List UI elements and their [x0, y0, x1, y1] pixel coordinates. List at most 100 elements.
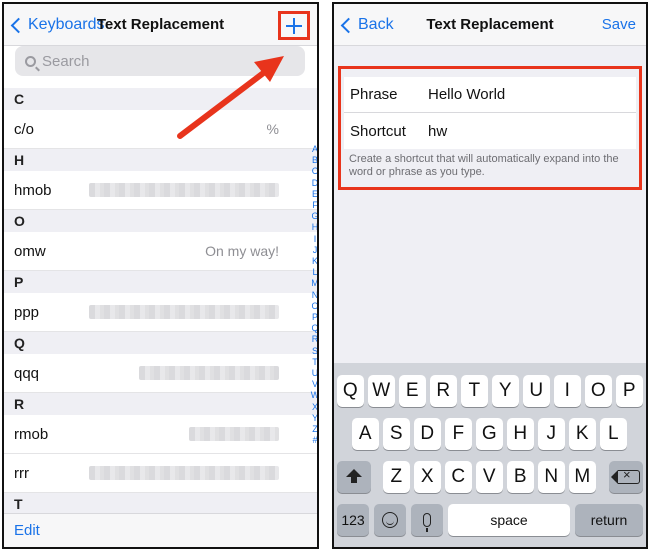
index-letter[interactable]: S	[309, 346, 317, 357]
shift-icon	[346, 469, 362, 483]
list-item[interactable]: qqq	[4, 354, 317, 393]
index-letter[interactable]: U	[309, 368, 317, 379]
index-letter[interactable]: F	[309, 200, 317, 211]
key-w[interactable]: W	[368, 375, 395, 407]
index-letter[interactable]: H	[309, 222, 317, 233]
emoji-key[interactable]	[374, 504, 406, 536]
shortcut-text: ppp	[14, 303, 40, 321]
index-letter[interactable]: Y	[309, 413, 317, 424]
key-s[interactable]: S	[383, 418, 410, 450]
key-x[interactable]: X	[414, 461, 441, 493]
save-button[interactable]: Save	[602, 16, 636, 33]
key-o[interactable]: O	[585, 375, 612, 407]
phrase-field[interactable]: Phrase Hello World	[344, 77, 636, 113]
key-e[interactable]: E	[399, 375, 426, 407]
shift-key[interactable]	[337, 461, 371, 493]
key-d[interactable]: D	[414, 418, 441, 450]
list-item[interactable]: omw On my way!	[4, 232, 317, 271]
blurred-phrase	[139, 366, 279, 380]
edit-button[interactable]: Edit	[14, 522, 40, 539]
key-y[interactable]: Y	[492, 375, 519, 407]
key-h[interactable]: H	[507, 418, 534, 450]
key-q[interactable]: Q	[337, 375, 364, 407]
key-t[interactable]: T	[461, 375, 488, 407]
shortcut-value[interactable]: hw	[428, 123, 447, 140]
key-z[interactable]: Z	[383, 461, 410, 493]
return-key[interactable]: return	[575, 504, 643, 536]
shortcut-field[interactable]: Shortcut hw	[344, 113, 636, 149]
phrase-label: Phrase	[350, 86, 398, 103]
dictation-key[interactable]	[411, 504, 443, 536]
key-a[interactable]: A	[352, 418, 379, 450]
index-letter[interactable]: W	[309, 390, 317, 401]
replacement-list: Cc/o% Hhmob Oomw On my way! Pppp Qqqq Rrmob rrr…	[4, 88, 317, 515]
section-header: O	[4, 210, 317, 232]
index-letter[interactable]: B	[309, 155, 317, 166]
phrase-value[interactable]: Hello World	[428, 86, 505, 103]
text-replacement-list-screen: Keyboards Text Replacement Search Cc/o% H…	[2, 2, 319, 549]
page-title: Text Replacement	[96, 16, 225, 33]
key-r[interactable]: R	[430, 375, 457, 407]
delete-key[interactable]	[609, 461, 643, 493]
index-letter[interactable]: I	[309, 234, 317, 245]
list-item[interactable]: ppp	[4, 293, 317, 332]
index-letter[interactable]: R	[309, 334, 317, 345]
list-item[interactable]: rrr	[4, 454, 317, 493]
backspace-icon	[611, 467, 640, 484]
section-header: P	[4, 271, 317, 293]
index-letter[interactable]: Q	[309, 323, 317, 334]
index-letter[interactable]: V	[309, 379, 317, 390]
key-k[interactable]: K	[569, 418, 596, 450]
add-button[interactable]	[278, 11, 310, 40]
index-letter[interactable]: N	[309, 290, 317, 301]
replacement-form: Phrase Hello World Shortcut hw Create a …	[338, 66, 642, 190]
index-letter[interactable]: E	[309, 189, 317, 200]
key-j[interactable]: J	[538, 418, 565, 450]
arrow-annotation-icon	[177, 56, 284, 139]
key-i[interactable]: I	[554, 375, 581, 407]
list-item[interactable]: rmob	[4, 415, 317, 454]
index-letter[interactable]: #	[309, 435, 317, 446]
key-n[interactable]: N	[538, 461, 565, 493]
section-header: T	[4, 493, 317, 515]
shortcut-text: rmob	[14, 425, 49, 443]
keyboard: QWERTYUIOP ASDFGHJKL ZXCVBNM 123 spacereturn	[334, 363, 646, 547]
key-m[interactable]: M	[569, 461, 596, 493]
search-icon	[25, 55, 36, 67]
index-letter[interactable]: C	[309, 166, 317, 177]
key-c[interactable]: C	[445, 461, 472, 493]
blurred-phrase	[189, 427, 279, 441]
blurred-phrase	[89, 183, 279, 197]
shortcut-text: qqq	[14, 364, 40, 382]
list-item[interactable]: hmob	[4, 171, 317, 210]
numbers-key[interactable]: 123	[337, 504, 369, 536]
index-letter[interactable]: X	[309, 402, 317, 413]
key-u[interactable]: U	[523, 375, 550, 407]
key-v[interactable]: V	[476, 461, 503, 493]
space-key[interactable]: space	[448, 504, 570, 536]
key-f[interactable]: F	[445, 418, 472, 450]
section-index[interactable]: A B C D E F G H I J K L M N O P Q R S T U V W X Y Z #	[309, 144, 317, 446]
key-l[interactable]: L	[600, 418, 627, 450]
microphone-icon	[423, 513, 431, 532]
shortcut-text: rrr	[14, 464, 29, 482]
phrase-text: On my way!	[205, 243, 279, 259]
index-letter[interactable]: T	[309, 357, 317, 368]
index-letter[interactable]: A	[309, 144, 317, 155]
new-replacement-screen: Back Text Replacement Save Phrase Hello …	[332, 2, 648, 549]
index-letter[interactable]: K	[309, 256, 317, 267]
index-letter[interactable]: D	[309, 178, 317, 189]
index-letter[interactable]: M	[309, 278, 317, 289]
index-letter[interactable]: P	[309, 312, 317, 323]
nav-bar: Keyboards Text Replacement	[4, 4, 317, 46]
key-b[interactable]: B	[507, 461, 534, 493]
index-letter[interactable]: J	[309, 245, 317, 256]
key-g[interactable]: G	[476, 418, 503, 450]
bottom-toolbar: Edit	[4, 513, 317, 547]
section-header: R	[4, 393, 317, 415]
index-letter[interactable]: L	[309, 267, 317, 278]
key-p[interactable]: P	[616, 375, 643, 407]
index-letter[interactable]: G	[309, 211, 317, 222]
index-letter[interactable]: O	[309, 301, 317, 312]
index-letter[interactable]: Z	[309, 424, 317, 435]
